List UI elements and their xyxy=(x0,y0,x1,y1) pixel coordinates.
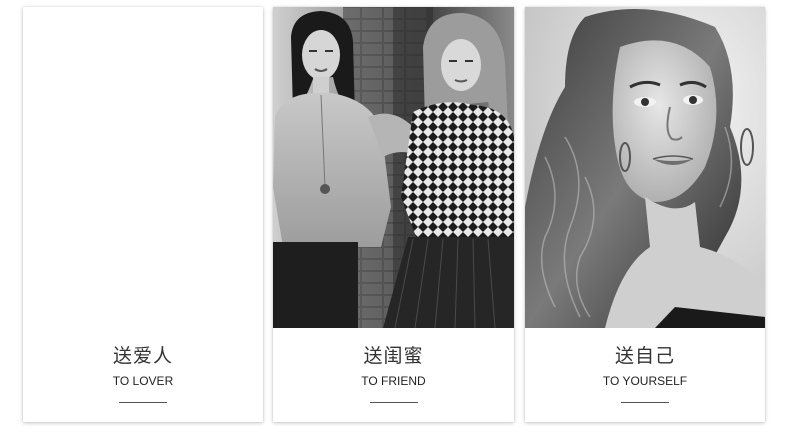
card-title-en: TO YOURSELF xyxy=(602,374,688,388)
gift-card-yourself[interactable]: 送自己 TO YOURSELF xyxy=(525,7,765,422)
woman-portrait-photo[interactable] xyxy=(525,7,765,328)
gift-card-lover[interactable]: 送爱人 TO LOVER xyxy=(23,7,263,422)
two-women-photo[interactable] xyxy=(273,7,514,328)
card-divider xyxy=(119,402,167,403)
card-title-zh: 送闺蜜 xyxy=(363,345,424,367)
two-women-photo-illustration xyxy=(273,7,514,328)
card-divider xyxy=(369,402,418,403)
gift-category-section: 送爱人 TO LOVER 送闺蜜 TO FRIEND 送自己 TO YOURSE… xyxy=(0,0,790,441)
card-title-en: TO FRIEND xyxy=(361,374,426,388)
card-title-zh: 送爱人 xyxy=(112,345,173,367)
card-title-zh: 送自己 xyxy=(614,345,675,367)
card-divider xyxy=(621,402,669,403)
card-title-en: TO LOVER xyxy=(112,374,174,388)
gift-card-friend[interactable]: 送闺蜜 TO FRIEND xyxy=(273,7,514,422)
woman-portrait-illustration xyxy=(525,7,765,328)
